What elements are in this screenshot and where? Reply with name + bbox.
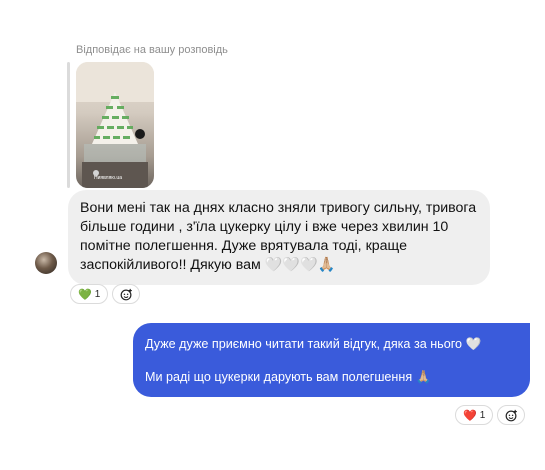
outgoing-message-line: Ми раді що цукерки дарують вам полегшенн…: [145, 370, 432, 384]
story-thumbnail[interactable]: Ниявляю.ua: [76, 62, 154, 188]
smile-plus-icon: [120, 288, 132, 300]
add-reaction-button[interactable]: [112, 284, 141, 304]
reply-indicator-bar: [67, 62, 70, 188]
outgoing-message-bubble[interactable]: Дуже дуже приємно читати такий відгук, д…: [133, 323, 530, 397]
story-username: Ниявляю.ua: [94, 175, 122, 181]
reaction-count: 1: [479, 409, 486, 421]
reply-context-label: Відповідає на вашу розповідь: [76, 44, 228, 56]
add-reaction-button[interactable]: [497, 405, 526, 425]
smile-plus-icon: [505, 409, 517, 421]
green-heart-icon: 💚: [78, 288, 92, 301]
avatar[interactable]: [35, 252, 57, 274]
reaction-badge[interactable]: 💚 1: [70, 284, 109, 304]
candy-pyramid-image: [76, 62, 154, 188]
reaction-badge[interactable]: ❤️ 1: [455, 405, 494, 425]
incoming-reactions: 💚 1: [70, 284, 141, 304]
incoming-message-bubble[interactable]: Вони мені так на днях класно зняли триво…: [68, 190, 490, 285]
red-heart-icon: ❤️: [463, 409, 477, 422]
outgoing-message-line: Дуже дуже приємно читати такий відгук, д…: [145, 337, 482, 351]
reaction-count: 1: [94, 288, 101, 300]
outgoing-reactions: ❤️ 1: [455, 405, 526, 425]
incoming-message-text: Вони мені так на днях класно зняли триво…: [80, 200, 477, 273]
